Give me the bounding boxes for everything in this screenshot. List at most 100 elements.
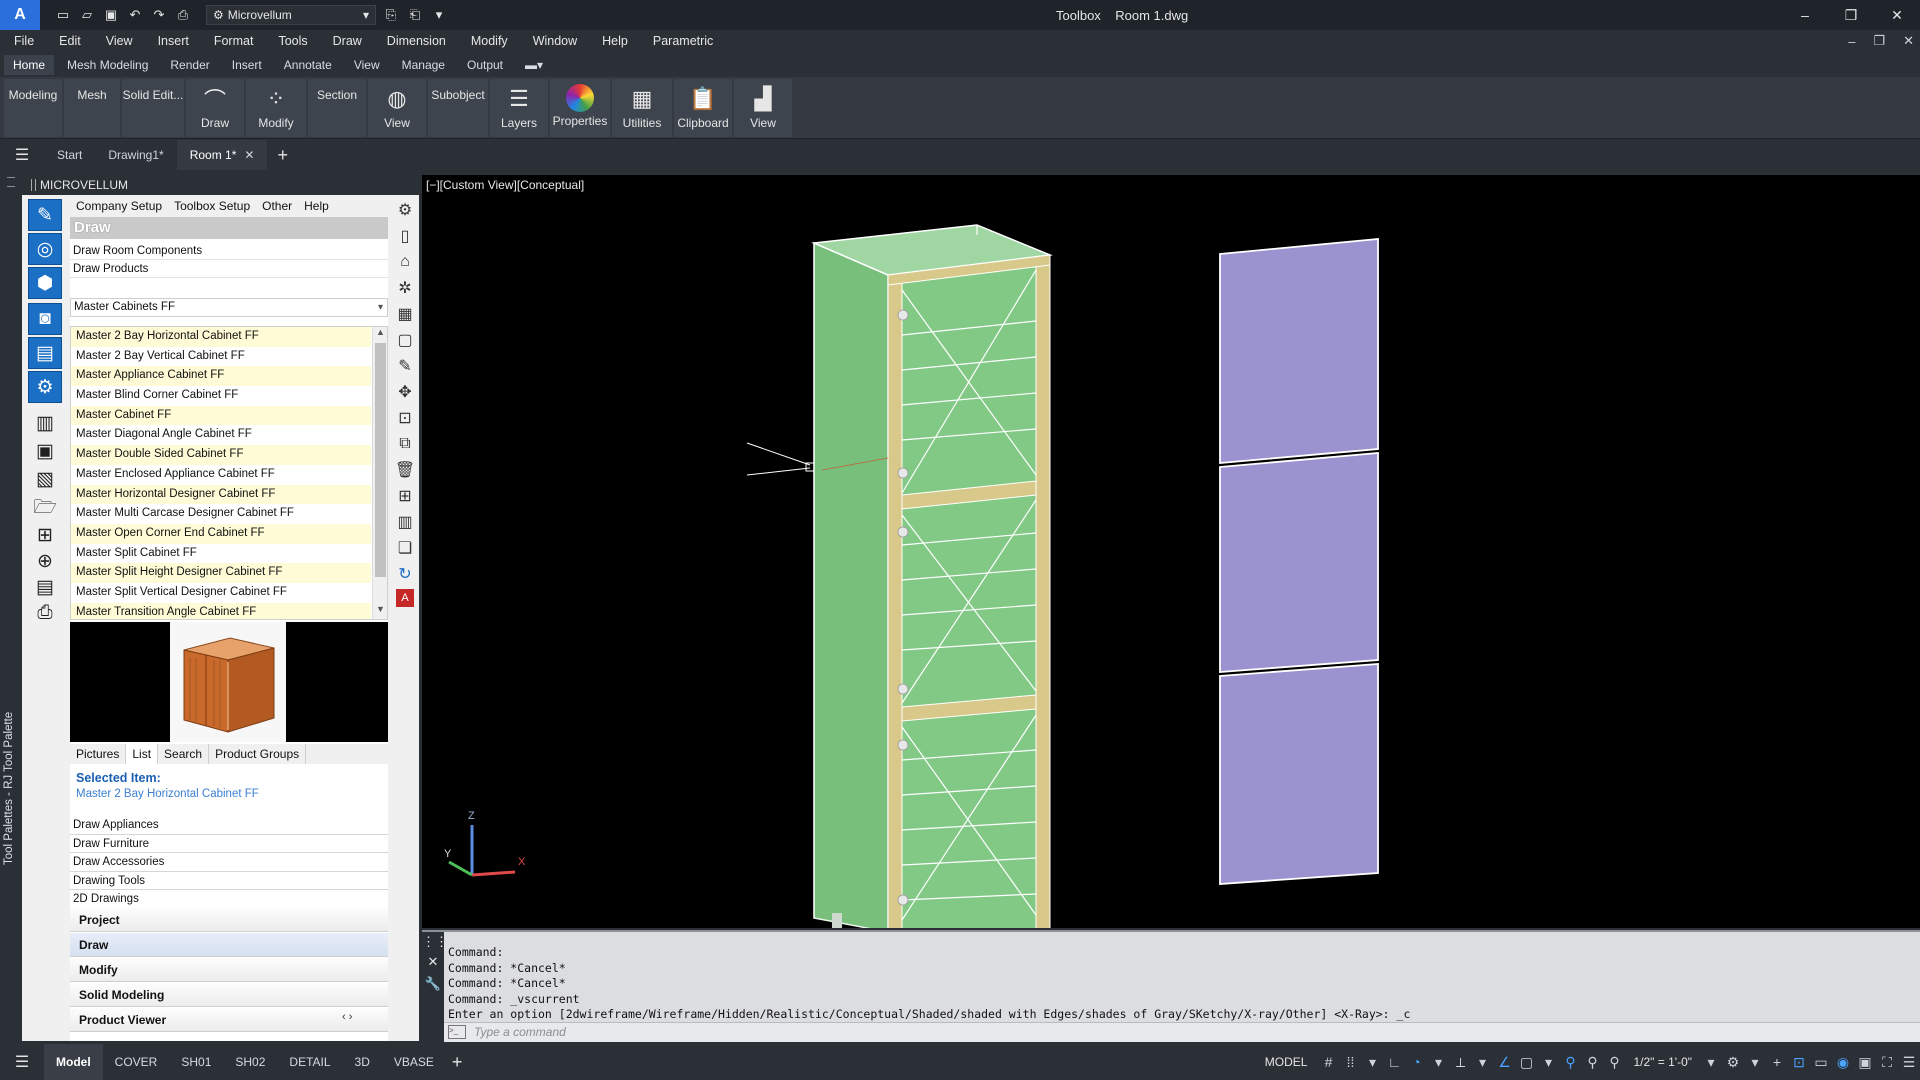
ribbon-tab-render[interactable]: Render [161, 55, 218, 75]
list-item[interactable]: Master Appliance Cabinet FF [71, 366, 371, 387]
move-icon[interactable]: ✥ [394, 381, 416, 403]
menu-dimension[interactable]: Dimension [387, 34, 446, 48]
group-product-viewer[interactable]: Product Viewer [70, 1008, 388, 1032]
ribbon-tab-mesh-modeling[interactable]: Mesh Modeling [58, 55, 157, 75]
tab-drawing1[interactable]: Drawing1* [95, 140, 176, 170]
redo-icon[interactable]: ↷ [150, 6, 168, 24]
command-input[interactable]: >_ Type a command [444, 1022, 1920, 1042]
modeling-button[interactable]: Modeling [4, 79, 62, 137]
isodraft-icon[interactable]: ⟂ [1449, 1054, 1471, 1071]
ortho-icon[interactable]: ∟ [1383, 1054, 1405, 1070]
list-item[interactable]: Master Diagonal Angle Cabinet FF [71, 425, 371, 445]
hamburger-menu-icon[interactable]: ☰ [0, 145, 44, 165]
menu-window[interactable]: Window [533, 34, 577, 48]
window-edit-icon[interactable]: ▤ [28, 337, 62, 369]
scroll-up-icon[interactable]: ▲ [373, 327, 387, 342]
menu-tools[interactable]: Tools [278, 34, 307, 48]
list-item[interactable]: Master Open Corner End Cabinet FF [71, 523, 371, 544]
settings-gear-icon[interactable]: ⚙ [394, 199, 416, 221]
settings-gear-icon[interactable]: ⚙ [28, 371, 62, 403]
list-item[interactable]: Master Split Height Designer Cabinet FF [71, 563, 371, 583]
workspace-select[interactable]: ⚙ Microvellum ▾ [206, 5, 376, 25]
add-layout-icon[interactable]: + [452, 1052, 463, 1073]
model-space-indicator[interactable]: MODEL [1265, 1055, 1308, 1069]
table-icon[interactable]: ▦ [394, 303, 416, 325]
menu-modify[interactable]: Modify [471, 34, 508, 48]
scrollbar-thumb[interactable] [375, 343, 386, 577]
menu-format[interactable]: Format [214, 34, 254, 48]
spiral-icon[interactable]: ◎ [28, 233, 62, 265]
properties-button[interactable]: Properties [550, 79, 610, 137]
tab-room1[interactable]: Room 1* ✕ [176, 140, 268, 170]
doc-restore-icon[interactable]: ❐ [1873, 33, 1885, 49]
layout-tab-detail[interactable]: DETAIL [277, 1044, 342, 1080]
clipboard-button[interactable]: 📋 Clipboard [674, 79, 732, 137]
publish-icon[interactable]: ⎗ [406, 6, 424, 24]
view-button[interactable]: ◍ View [368, 79, 426, 137]
group-modify[interactable]: Modify [70, 958, 388, 982]
drawing-viewport[interactable]: [−][Custom View][Conceptual] Z X Y [422, 175, 1920, 928]
redo-arrow-icon[interactable]: ↻ [394, 563, 416, 585]
list-item[interactable]: Master Split Vertical Designer Cabinet F… [71, 583, 371, 603]
graphics-performance-icon[interactable]: ▣ [1854, 1054, 1876, 1071]
layout-icon[interactable]: ▥ [394, 511, 416, 533]
draw-button[interactable]: ⌒ Draw [186, 79, 244, 137]
minimize-button[interactable]: – [1782, 0, 1828, 30]
qat-dropdown-icon[interactable]: ▾ [430, 6, 448, 24]
section-button[interactable]: Section [308, 79, 366, 137]
pencil-icon[interactable]: ✎ [394, 355, 416, 377]
osnap-icon[interactable]: ▢ [1515, 1054, 1537, 1071]
ribbon-tab-home[interactable]: Home [4, 55, 55, 75]
chevron-down-icon[interactable]: ▾ [1427, 1054, 1449, 1071]
isolate-objects-icon[interactable]: ◉ [1832, 1054, 1854, 1071]
draw-furniture-link[interactable]: Draw Furniture [70, 834, 388, 854]
view-panel-button[interactable]: ▟ View [734, 79, 792, 137]
list-scrollbar[interactable]: ▲ ▼ [372, 327, 387, 619]
close-icon[interactable]: ✕ [422, 954, 444, 970]
ribbon-tab-manage[interactable]: Manage [393, 55, 454, 75]
layout-menu-icon[interactable]: ☰ [0, 1052, 44, 1072]
drag-handle-icon[interactable] [7, 177, 15, 187]
list-item[interactable]: Master Split Cabinet FF [71, 544, 371, 564]
workspace-gear-icon[interactable]: ⚙ [1722, 1054, 1744, 1071]
close-tab-icon[interactable]: ✕ [244, 148, 254, 162]
list-item[interactable]: Master Double Sided Cabinet FF [71, 445, 371, 465]
tab-product-groups[interactable]: Product Groups [209, 744, 307, 764]
solid-edit-button[interactable]: Solid Edit... [122, 79, 184, 137]
snap-icon[interactable]: ⁞⁞ [1339, 1054, 1361, 1070]
group-project[interactable]: Project [70, 908, 388, 932]
group-solid-modeling[interactable]: Solid Modeling [70, 983, 388, 1007]
layout-tab-3d[interactable]: 3D [343, 1044, 382, 1080]
menu-other[interactable]: Other [262, 199, 292, 213]
layout-tab-sh01[interactable]: SH01 [169, 1044, 223, 1080]
cube-icon[interactable]: ⬢ [28, 267, 62, 299]
palette-scroll-arrows[interactable]: ‹ › [342, 1011, 352, 1023]
save-icon[interactable]: ▣ [102, 6, 120, 24]
new-tab-icon[interactable]: + [277, 145, 288, 166]
subobject-button[interactable]: Subobject [428, 79, 488, 137]
undo-icon[interactable]: ↶ [126, 6, 144, 24]
list-item[interactable]: Master Blind Corner Cabinet FF [71, 386, 371, 406]
library-select[interactable]: Master Cabinets FF ▾ [70, 298, 388, 317]
tab-start[interactable]: Start [44, 140, 95, 170]
tool-palette-strip[interactable]: Tool Palettes - RJ Tool Palette [0, 175, 22, 1041]
layout-tab-vbase[interactable]: VBASE [382, 1044, 446, 1080]
annotation-scale-icon[interactable]: ⚲ [1603, 1054, 1625, 1071]
frame-icon[interactable]: ⊡ [394, 407, 416, 429]
draw-accessories-link[interactable]: Draw Accessories [70, 853, 388, 872]
mesh-button[interactable]: Mesh [64, 79, 120, 137]
annotation-scale-value[interactable]: 1/2" = 1'-0" [1633, 1055, 1692, 1069]
ribbon-options-icon[interactable]: ▬▾ [516, 55, 552, 75]
pencil-draw-icon[interactable]: ✎ [28, 199, 62, 231]
menu-draw[interactable]: Draw [333, 34, 362, 48]
grip-icon[interactable]: ⋮⋮ [422, 934, 448, 950]
printer-icon[interactable]: ⎙ [28, 597, 62, 629]
object-snap-tracking-icon[interactable]: ∠ [1493, 1054, 1515, 1071]
units-icon[interactable]: ⊡ [1788, 1054, 1810, 1071]
drawing-tools-link[interactable]: Drawing Tools [70, 871, 388, 891]
list-item[interactable]: Master 2 Bay Vertical Cabinet FF [71, 347, 371, 367]
grid-icon[interactable]: ⊞ [394, 485, 416, 507]
list-item[interactable]: Master Enclosed Appliance Cabinet FF [71, 465, 371, 485]
pdf-icon[interactable]: A [396, 589, 414, 607]
auto-scale-icon[interactable]: ⚲ [1581, 1054, 1603, 1071]
